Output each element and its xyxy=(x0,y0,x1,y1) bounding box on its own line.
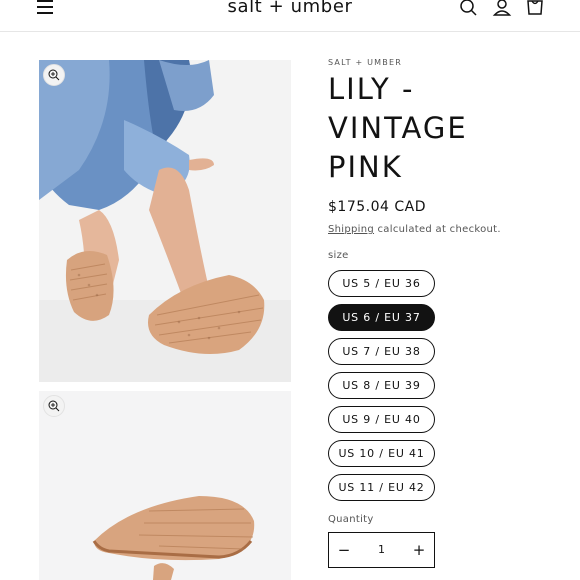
search-icon[interactable] xyxy=(459,0,479,18)
product-price: $175.04 CAD xyxy=(328,199,426,215)
shipping-text: calculated at checkout. xyxy=(374,224,501,235)
shipping-link[interactable]: Shipping xyxy=(328,224,374,235)
size-option[interactable]: US 11 / EU 42 xyxy=(328,474,435,501)
product-photo-worn[interactable] xyxy=(39,60,291,382)
vendor-name: SALT + UMBER xyxy=(328,58,402,67)
zoom-icon[interactable] xyxy=(43,395,65,417)
quantity-label: Quantity xyxy=(328,514,374,525)
product-photo-side[interactable] xyxy=(39,391,291,580)
account-icon[interactable] xyxy=(492,0,512,18)
size-option[interactable]: US 9 / EU 40 xyxy=(328,406,435,433)
quantity-input[interactable]: 1 xyxy=(359,533,404,567)
quantity-decrease-button[interactable]: − xyxy=(329,533,359,567)
product-title-line: VINTAGE xyxy=(328,111,468,145)
shipping-note: Shipping calculated at checkout. xyxy=(328,224,501,235)
product-title-line: LILY - xyxy=(328,72,415,106)
cart-icon[interactable] xyxy=(525,0,545,18)
site-header: salt + umber xyxy=(0,0,580,32)
size-option[interactable]: US 7 / EU 38 xyxy=(328,338,435,365)
product-title: LILY - VINTAGE PINK xyxy=(328,70,558,187)
size-option-selected[interactable]: US 6 / EU 37 xyxy=(328,304,435,331)
size-option[interactable]: US 10 / EU 41 xyxy=(328,440,435,467)
quantity-increase-button[interactable]: + xyxy=(404,533,434,567)
size-option[interactable]: US 8 / EU 39 xyxy=(328,372,435,399)
zoom-icon[interactable] xyxy=(43,64,65,86)
size-option[interactable]: US 5 / EU 36 xyxy=(328,270,435,297)
size-label: size xyxy=(328,250,349,261)
product-title-line: PINK xyxy=(328,150,403,184)
quantity-stepper: − 1 + xyxy=(328,532,435,568)
